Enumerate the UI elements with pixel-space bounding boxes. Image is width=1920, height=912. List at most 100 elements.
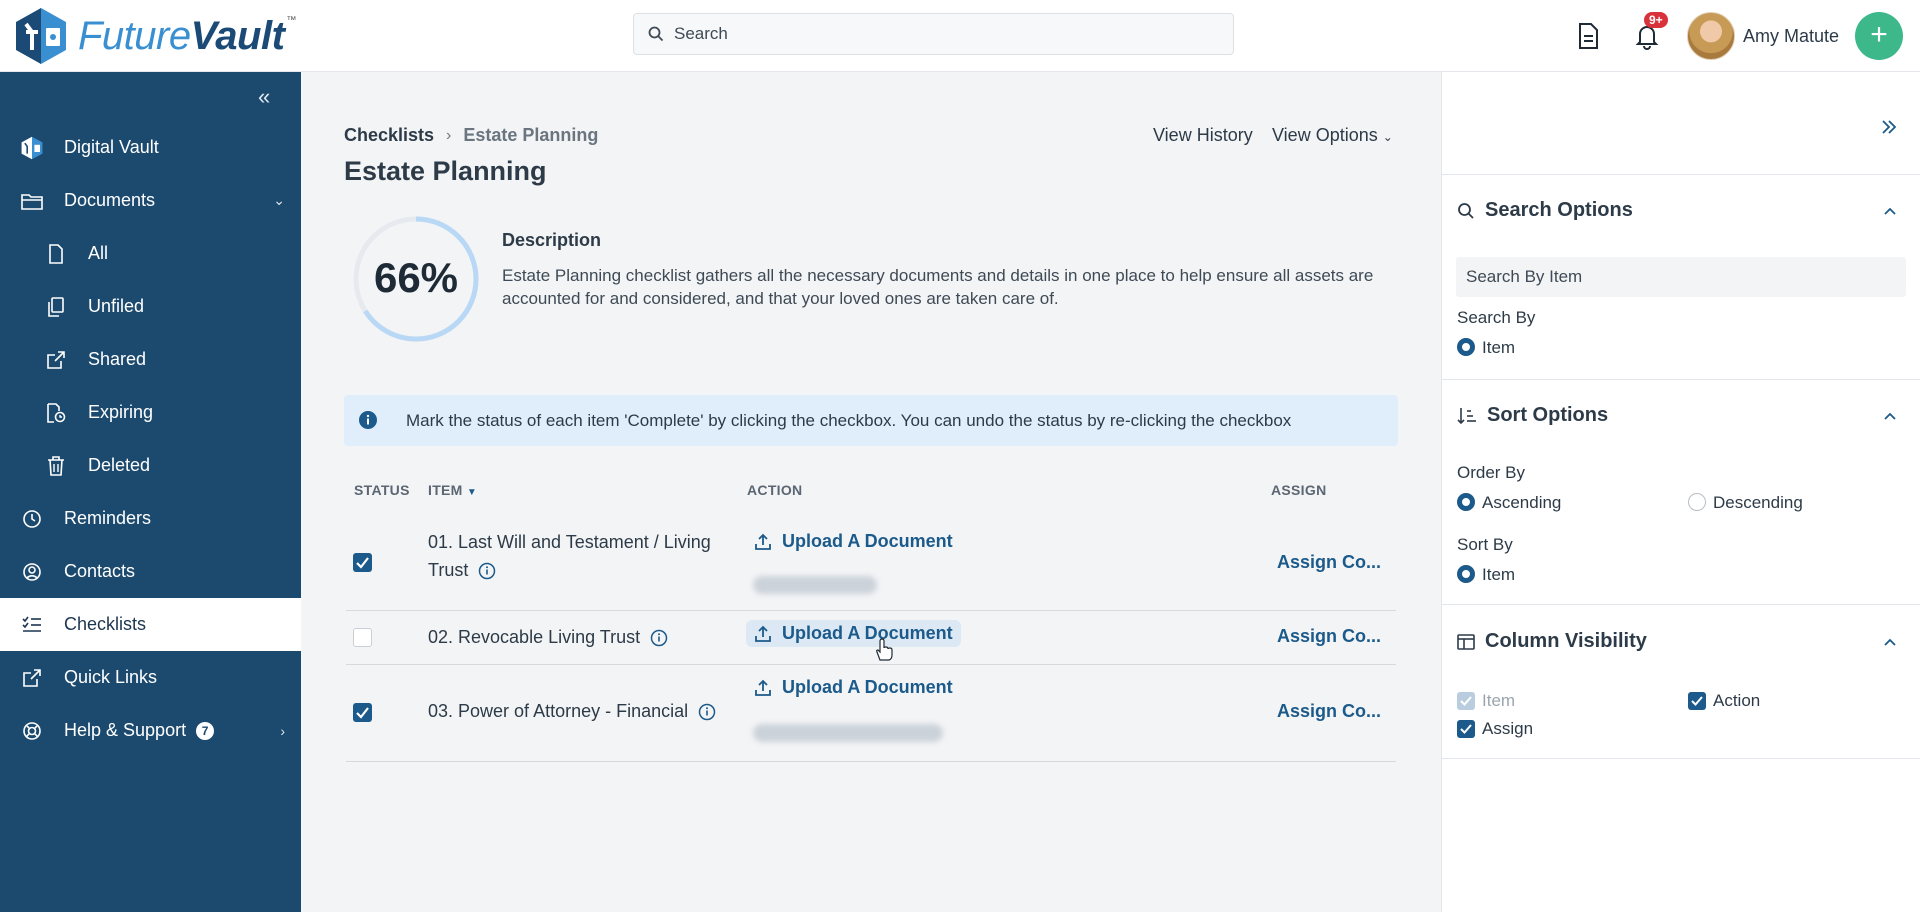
status-checkbox[interactable] — [353, 703, 372, 722]
search-icon — [1457, 202, 1475, 220]
file-clock-icon — [44, 401, 68, 425]
sidebar-item-deleted[interactable]: Deleted — [0, 439, 301, 492]
search-options-header[interactable]: Search Options — [1457, 199, 1633, 222]
breadcrumb-root[interactable]: Checklists — [344, 125, 434, 146]
sidebar-item-help-support[interactable]: Help & Support 7 › — [0, 704, 301, 757]
sidebar-item-label: All — [88, 243, 109, 263]
sidebar-item-unfiled[interactable]: Unfiled — [0, 280, 301, 333]
add-button[interactable]: + — [1855, 12, 1903, 60]
search-by-label: Search By — [1457, 308, 1536, 327]
right-options-panel: Search Options Search By Item Sort Optio… — [1441, 72, 1920, 912]
sort-icon — [1457, 407, 1477, 425]
copy-icon — [44, 295, 68, 319]
chevron-up-icon[interactable] — [1882, 203, 1898, 219]
column-item-label: Item — [1482, 691, 1516, 710]
sidebar-item-documents[interactable]: Documents ⌄ — [0, 174, 301, 227]
row-divider — [346, 761, 1396, 762]
upload-icon — [755, 625, 771, 642]
avatar[interactable] — [1687, 12, 1735, 60]
sidebar-item-expiring[interactable]: Expiring — [0, 386, 301, 439]
view-options-dropdown[interactable]: View Options ⌄ — [1272, 125, 1393, 146]
sidebar-item-digital-vault[interactable]: Digital Vault — [0, 121, 301, 174]
column-action-checkbox[interactable] — [1688, 692, 1706, 710]
sidebar-item-reminders[interactable]: Reminders — [0, 492, 301, 545]
expand-panel-icon[interactable] — [1879, 117, 1899, 137]
order-by-label: Order By — [1457, 463, 1526, 482]
sort-by-label: Sort By — [1457, 535, 1513, 554]
sidebar-item-checklists[interactable]: Checklists — [0, 598, 301, 651]
search-icon — [648, 26, 664, 42]
item-name: 03. Power of Attorney - Financial — [428, 697, 748, 725]
sidebar-item-label: Contacts — [64, 561, 136, 581]
upload-icon — [755, 533, 771, 550]
collapse-sidebar-icon[interactable]: « — [258, 84, 270, 110]
sidebar-item-label: Unfiled — [88, 296, 145, 316]
section-divider — [1442, 174, 1920, 175]
lifebuoy-icon — [20, 719, 44, 743]
sidebar-item-contacts[interactable]: Contacts — [0, 545, 301, 598]
column-action-label: Action — [1713, 691, 1761, 710]
item-name: 02. Revocable Living Trust — [428, 623, 728, 651]
info-icon[interactable] — [478, 562, 496, 580]
hand-cursor-icon — [876, 638, 893, 661]
logo-trademark: ™ — [286, 14, 297, 26]
ascending-radio[interactable] — [1457, 493, 1475, 511]
upload-document-button[interactable]: Upload A Document — [746, 620, 961, 647]
sidebar-item-quick-links[interactable]: Quick Links — [0, 651, 301, 704]
global-search[interactable] — [633, 13, 1234, 55]
user-name[interactable]: Amy Matute — [1743, 26, 1839, 47]
document-icon[interactable] — [1575, 22, 1601, 50]
chevron-up-icon[interactable] — [1882, 408, 1898, 424]
file-icon — [44, 242, 68, 266]
breadcrumb: Checklists › Estate Planning — [344, 125, 598, 146]
description-title: Description — [502, 230, 602, 250]
column-visibility-header[interactable]: Column Visibility — [1457, 630, 1647, 653]
info-icon[interactable] — [698, 703, 716, 721]
help-badge: 7 — [196, 722, 215, 741]
folder-icon — [20, 189, 44, 213]
assign-contact-link[interactable]: Assign Co... — [1277, 626, 1381, 647]
logo-wordmark: FutureVault — [78, 13, 285, 58]
descending-radio[interactable] — [1688, 493, 1706, 511]
sort-by-item-radio[interactable] — [1457, 565, 1475, 583]
sidebar-item-label: Deleted — [88, 455, 151, 475]
upload-document-button[interactable]: Upload A Document — [746, 674, 961, 701]
user-circle-icon — [20, 560, 44, 584]
sidebar-item-label: Digital Vault — [64, 137, 159, 157]
search-by-item-radio[interactable] — [1457, 338, 1475, 356]
sort-options-header[interactable]: Sort Options — [1457, 404, 1608, 427]
assign-contact-link[interactable]: Assign Co... — [1277, 701, 1381, 722]
sidebar-item-shared[interactable]: Shared — [0, 333, 301, 386]
status-checkbox[interactable] — [353, 553, 372, 572]
sidebar-item-label: Reminders — [64, 508, 152, 528]
info-banner: Mark the status of each item 'Complete' … — [344, 395, 1398, 446]
info-icon[interactable] — [650, 629, 668, 647]
description-text: Estate Planning checklist gathers all th… — [502, 266, 1374, 308]
sidebar-item-label: Quick Links — [64, 667, 158, 687]
column-assign-label: Assign — [1482, 719, 1534, 738]
view-history-link[interactable]: View History — [1153, 125, 1253, 146]
column-assign-checkbox[interactable] — [1457, 720, 1475, 738]
sidebar-item-all[interactable]: All — [0, 227, 301, 280]
info-icon — [359, 411, 377, 429]
column-header-item[interactable]: ITEM ▼ — [428, 482, 477, 498]
attached-document-tag[interactable] — [753, 576, 877, 594]
upload-document-button[interactable]: Upload A Document — [746, 528, 961, 555]
vault-logo-icon — [16, 8, 66, 64]
assign-contact-link[interactable]: Assign Co... — [1277, 552, 1381, 573]
ascending-label: Ascending — [1482, 493, 1562, 512]
upload-icon — [755, 679, 771, 696]
clock-icon — [20, 507, 44, 531]
attached-document-tag[interactable] — [753, 724, 943, 742]
search-input[interactable] — [674, 24, 1194, 44]
futurevault-logo[interactable]: FutureVault ™ — [12, 6, 296, 66]
section-divider — [1442, 604, 1920, 605]
status-checkbox[interactable] — [353, 628, 372, 647]
column-header-assign: ASSIGN — [1271, 482, 1327, 498]
sort-down-icon: ▼ — [466, 487, 478, 498]
notification-badge: 9+ — [1644, 12, 1668, 28]
sidebar: « Digital Vault Documents ⌄ All Unfiled … — [0, 72, 301, 912]
search-by-item-input[interactable] — [1456, 257, 1906, 297]
chevron-up-icon[interactable] — [1882, 634, 1898, 650]
sidebar-item-label: Checklists — [64, 614, 147, 634]
